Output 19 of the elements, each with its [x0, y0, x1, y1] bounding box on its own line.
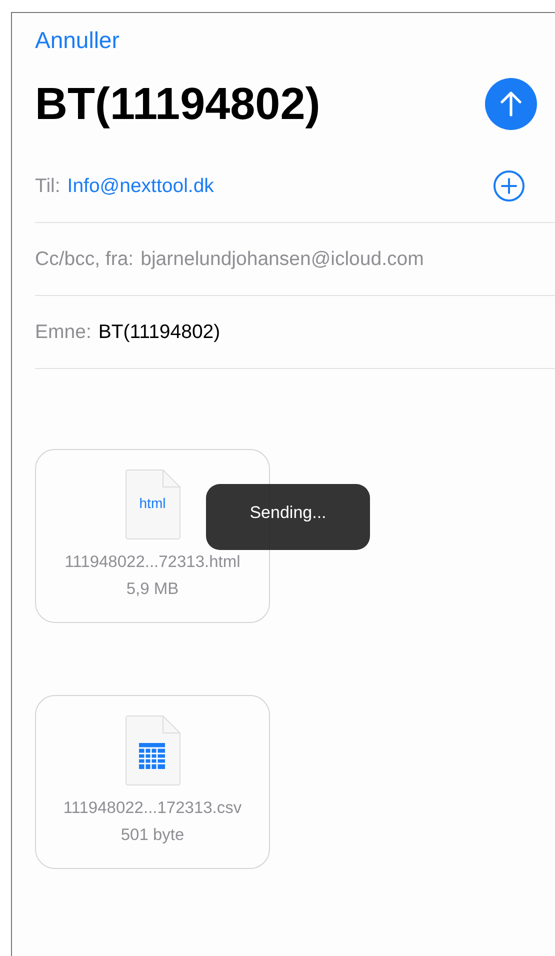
attachment-card[interactable]: 111948022...172313.csv 501 byte [35, 695, 270, 869]
recipient-field[interactable]: Info@nexttool.dk [67, 174, 214, 198]
add-icon[interactable] [493, 170, 525, 202]
message-title: BT(11194802) [35, 78, 320, 130]
file-name: 111948022...72313.html [64, 553, 240, 572]
spreadsheet-file-icon [124, 715, 180, 787]
file-name: 111948022...172313.csv [63, 799, 242, 818]
cancel-link[interactable]: Annuller [35, 27, 120, 54]
file-icon: html [124, 469, 180, 541]
field-label: Emne: [35, 320, 92, 344]
field-label: Cc/bcc, fra: [35, 248, 134, 270]
subject-field[interactable]: BT(11194802) [98, 320, 220, 344]
arrow-up-icon [498, 90, 524, 118]
file-size: 501 byte [120, 826, 184, 845]
send-button[interactable] [485, 78, 537, 130]
sender-field[interactable]: bjarnelundjohansen@icloud.com [140, 248, 424, 270]
field-label: Til: [35, 174, 60, 198]
sending-toast: Sending... [206, 484, 370, 550]
file-size: 5,9 MB [126, 580, 179, 599]
